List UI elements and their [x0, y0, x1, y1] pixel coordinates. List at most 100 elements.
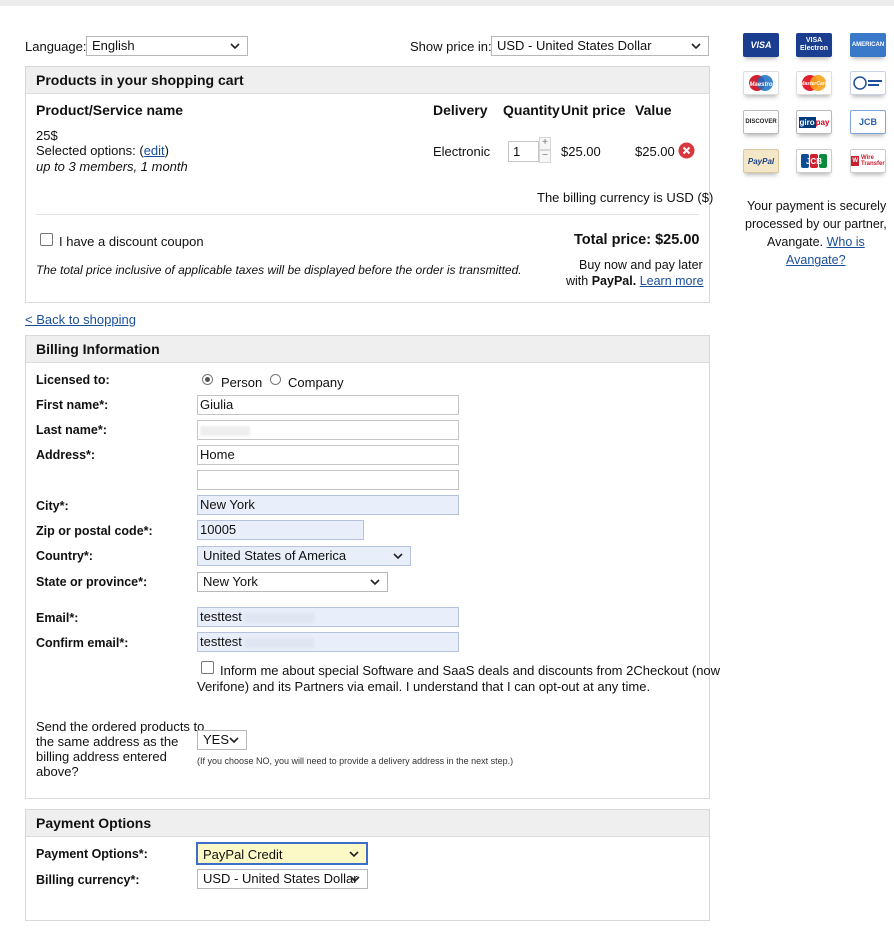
redacted-value — [243, 612, 314, 623]
paypal-brand: PayPal. — [591, 274, 637, 288]
confirm-email-label: Confirm email*: — [36, 636, 129, 650]
visa-card-icon: VISA — [743, 33, 779, 57]
first-name-label: First name*: — [36, 398, 109, 412]
state-label: State or province*: — [36, 575, 148, 589]
col-quantity: Quantity — [503, 102, 560, 118]
city-input[interactable]: New York — [197, 495, 459, 515]
person-label: Person — [221, 375, 263, 390]
options-detail: up to 3 members, 1 month — [36, 159, 188, 174]
same-address-select[interactable]: YES — [197, 730, 247, 750]
diners-card-icon — [850, 71, 886, 95]
cart-panel-title: Products in your shopping cart — [26, 67, 709, 94]
top-strip — [0, 0, 894, 6]
avangate-link[interactable]: Avangate? — [786, 253, 846, 267]
learn-more-link[interactable]: Learn more — [640, 274, 704, 288]
currency-label: Show price in: — [410, 39, 492, 54]
payment-options-select[interactable]: PayPal Credit — [196, 842, 368, 865]
chevron-down-icon — [229, 737, 239, 744]
visa-electron-card-icon: VISA Electron — [796, 33, 832, 57]
selected-options-prefix: Selected options: ( — [36, 143, 144, 158]
redacted-value — [200, 425, 250, 436]
language-select-value: English — [92, 38, 135, 53]
coupon-label: I have a discount coupon — [59, 234, 204, 249]
payment-options-select-value: PayPal Credit — [203, 847, 283, 862]
coupon-checkbox[interactable] — [40, 233, 53, 246]
state-select[interactable]: New York — [197, 572, 388, 592]
cart-divider — [36, 214, 699, 215]
billing-currency-select[interactable]: USD - United States Dollar — [197, 869, 368, 889]
email-value: testtest — [200, 609, 242, 624]
amex-card-icon: AMERICAN — [850, 33, 886, 57]
company-label: Company — [288, 375, 344, 390]
edit-options-link[interactable]: edit — [144, 143, 165, 158]
same-address-line3: billing address entered — [36, 749, 167, 764]
same-address-note: (If you choose NO, you will need to prov… — [197, 756, 514, 766]
same-address-line1: Send the ordered products to — [36, 719, 205, 734]
chevron-down-icon — [393, 553, 403, 560]
chevron-down-icon — [370, 579, 380, 586]
col-delivery: Delivery — [433, 102, 488, 118]
maestro-card-icon: Maestro — [743, 71, 779, 95]
company-radio[interactable] — [270, 374, 281, 385]
svg-text:Maestro: Maestro — [749, 82, 772, 88]
payment-panel: Payment Options — [25, 809, 710, 921]
secure-line2: processed by our partner, — [745, 217, 887, 231]
secure-line1: Your payment is securely — [747, 199, 887, 213]
payment-options-label: Payment Options*: — [36, 847, 148, 861]
same-address-select-value: YES — [203, 732, 230, 747]
quantity-increment-button[interactable]: + — [539, 137, 551, 150]
address-label: Address*: — [36, 448, 96, 462]
licensed-to-label: Licensed to: — [36, 373, 110, 387]
col-value: Value — [635, 102, 672, 118]
tax-note: The total price inclusive of applicable … — [36, 263, 522, 277]
newsletter-text-line1: Inform me about special Software and Saa… — [220, 663, 721, 678]
language-label: Language: — [25, 39, 87, 54]
same-address-line2: the same address as the — [36, 734, 179, 749]
svg-text:MasterCard: MasterCard — [800, 81, 828, 87]
currency-select[interactable]: USD - United States Dollar — [491, 36, 709, 56]
newsletter-text-line2: Verifone) and its Partners via email. I … — [197, 679, 651, 694]
country-select[interactable]: United States of America — [197, 546, 411, 566]
last-name-input[interactable] — [197, 420, 459, 440]
newsletter-checkbox[interactable] — [201, 661, 214, 674]
unit-price-value: $25.00 — [561, 144, 601, 159]
person-radio[interactable] — [202, 374, 213, 385]
avangate-text: Avangate. — [767, 235, 824, 249]
line-value: $25.00 — [635, 144, 675, 159]
mastercard-card-icon: MasterCard — [796, 71, 832, 95]
confirm-email-input[interactable]: testtest — [197, 632, 459, 652]
quantity-decrement-button[interactable]: − — [539, 150, 551, 163]
language-select[interactable]: English — [86, 36, 248, 56]
zip-input[interactable]: 10005 — [197, 520, 364, 540]
product-name: 25$ — [36, 128, 58, 143]
country-select-value: United States of America — [203, 548, 347, 563]
chevron-down-icon — [349, 851, 359, 858]
wire-transfer-card-icon: W Wire Transfer — [850, 149, 886, 173]
email-label: Email*: — [36, 611, 79, 625]
delivery-value: Electronic — [433, 144, 491, 159]
total-price: Total price: $25.00 — [574, 232, 700, 248]
country-label: Country*: — [36, 549, 93, 563]
payment-panel-title: Payment Options — [26, 810, 709, 837]
remove-item-icon[interactable] — [678, 142, 695, 159]
svg-text:JCB: JCB — [806, 157, 822, 166]
paypal-promo-line1: Buy now and pay later — [579, 258, 703, 272]
back-to-shopping-link[interactable]: < Back to shopping — [25, 312, 136, 327]
discover-card-icon: DISCOVER — [743, 110, 779, 134]
email-input[interactable]: testtest — [197, 607, 459, 627]
quantity-input[interactable]: 1 — [508, 141, 539, 162]
billing-currency-label: Billing currency*: — [36, 873, 140, 887]
jcb-alt-card-icon: JCB — [850, 110, 886, 134]
paypal-with: with — [566, 274, 589, 288]
zip-label: Zip or postal code*: — [36, 524, 153, 538]
address-input[interactable]: Home — [197, 445, 459, 465]
who-is-link[interactable]: Who is — [827, 235, 865, 249]
selected-options: Selected options: (edit) — [36, 143, 169, 158]
chevron-down-icon — [230, 43, 240, 50]
billing-currency-select-value: USD - United States Dollar — [203, 871, 358, 886]
same-address-line4: above? — [36, 764, 79, 779]
first-name-input[interactable]: Giulia — [197, 395, 459, 415]
billing-panel-title: Billing Information — [26, 336, 709, 363]
address-line2-input[interactable] — [197, 470, 459, 490]
state-select-value: New York — [203, 574, 258, 589]
